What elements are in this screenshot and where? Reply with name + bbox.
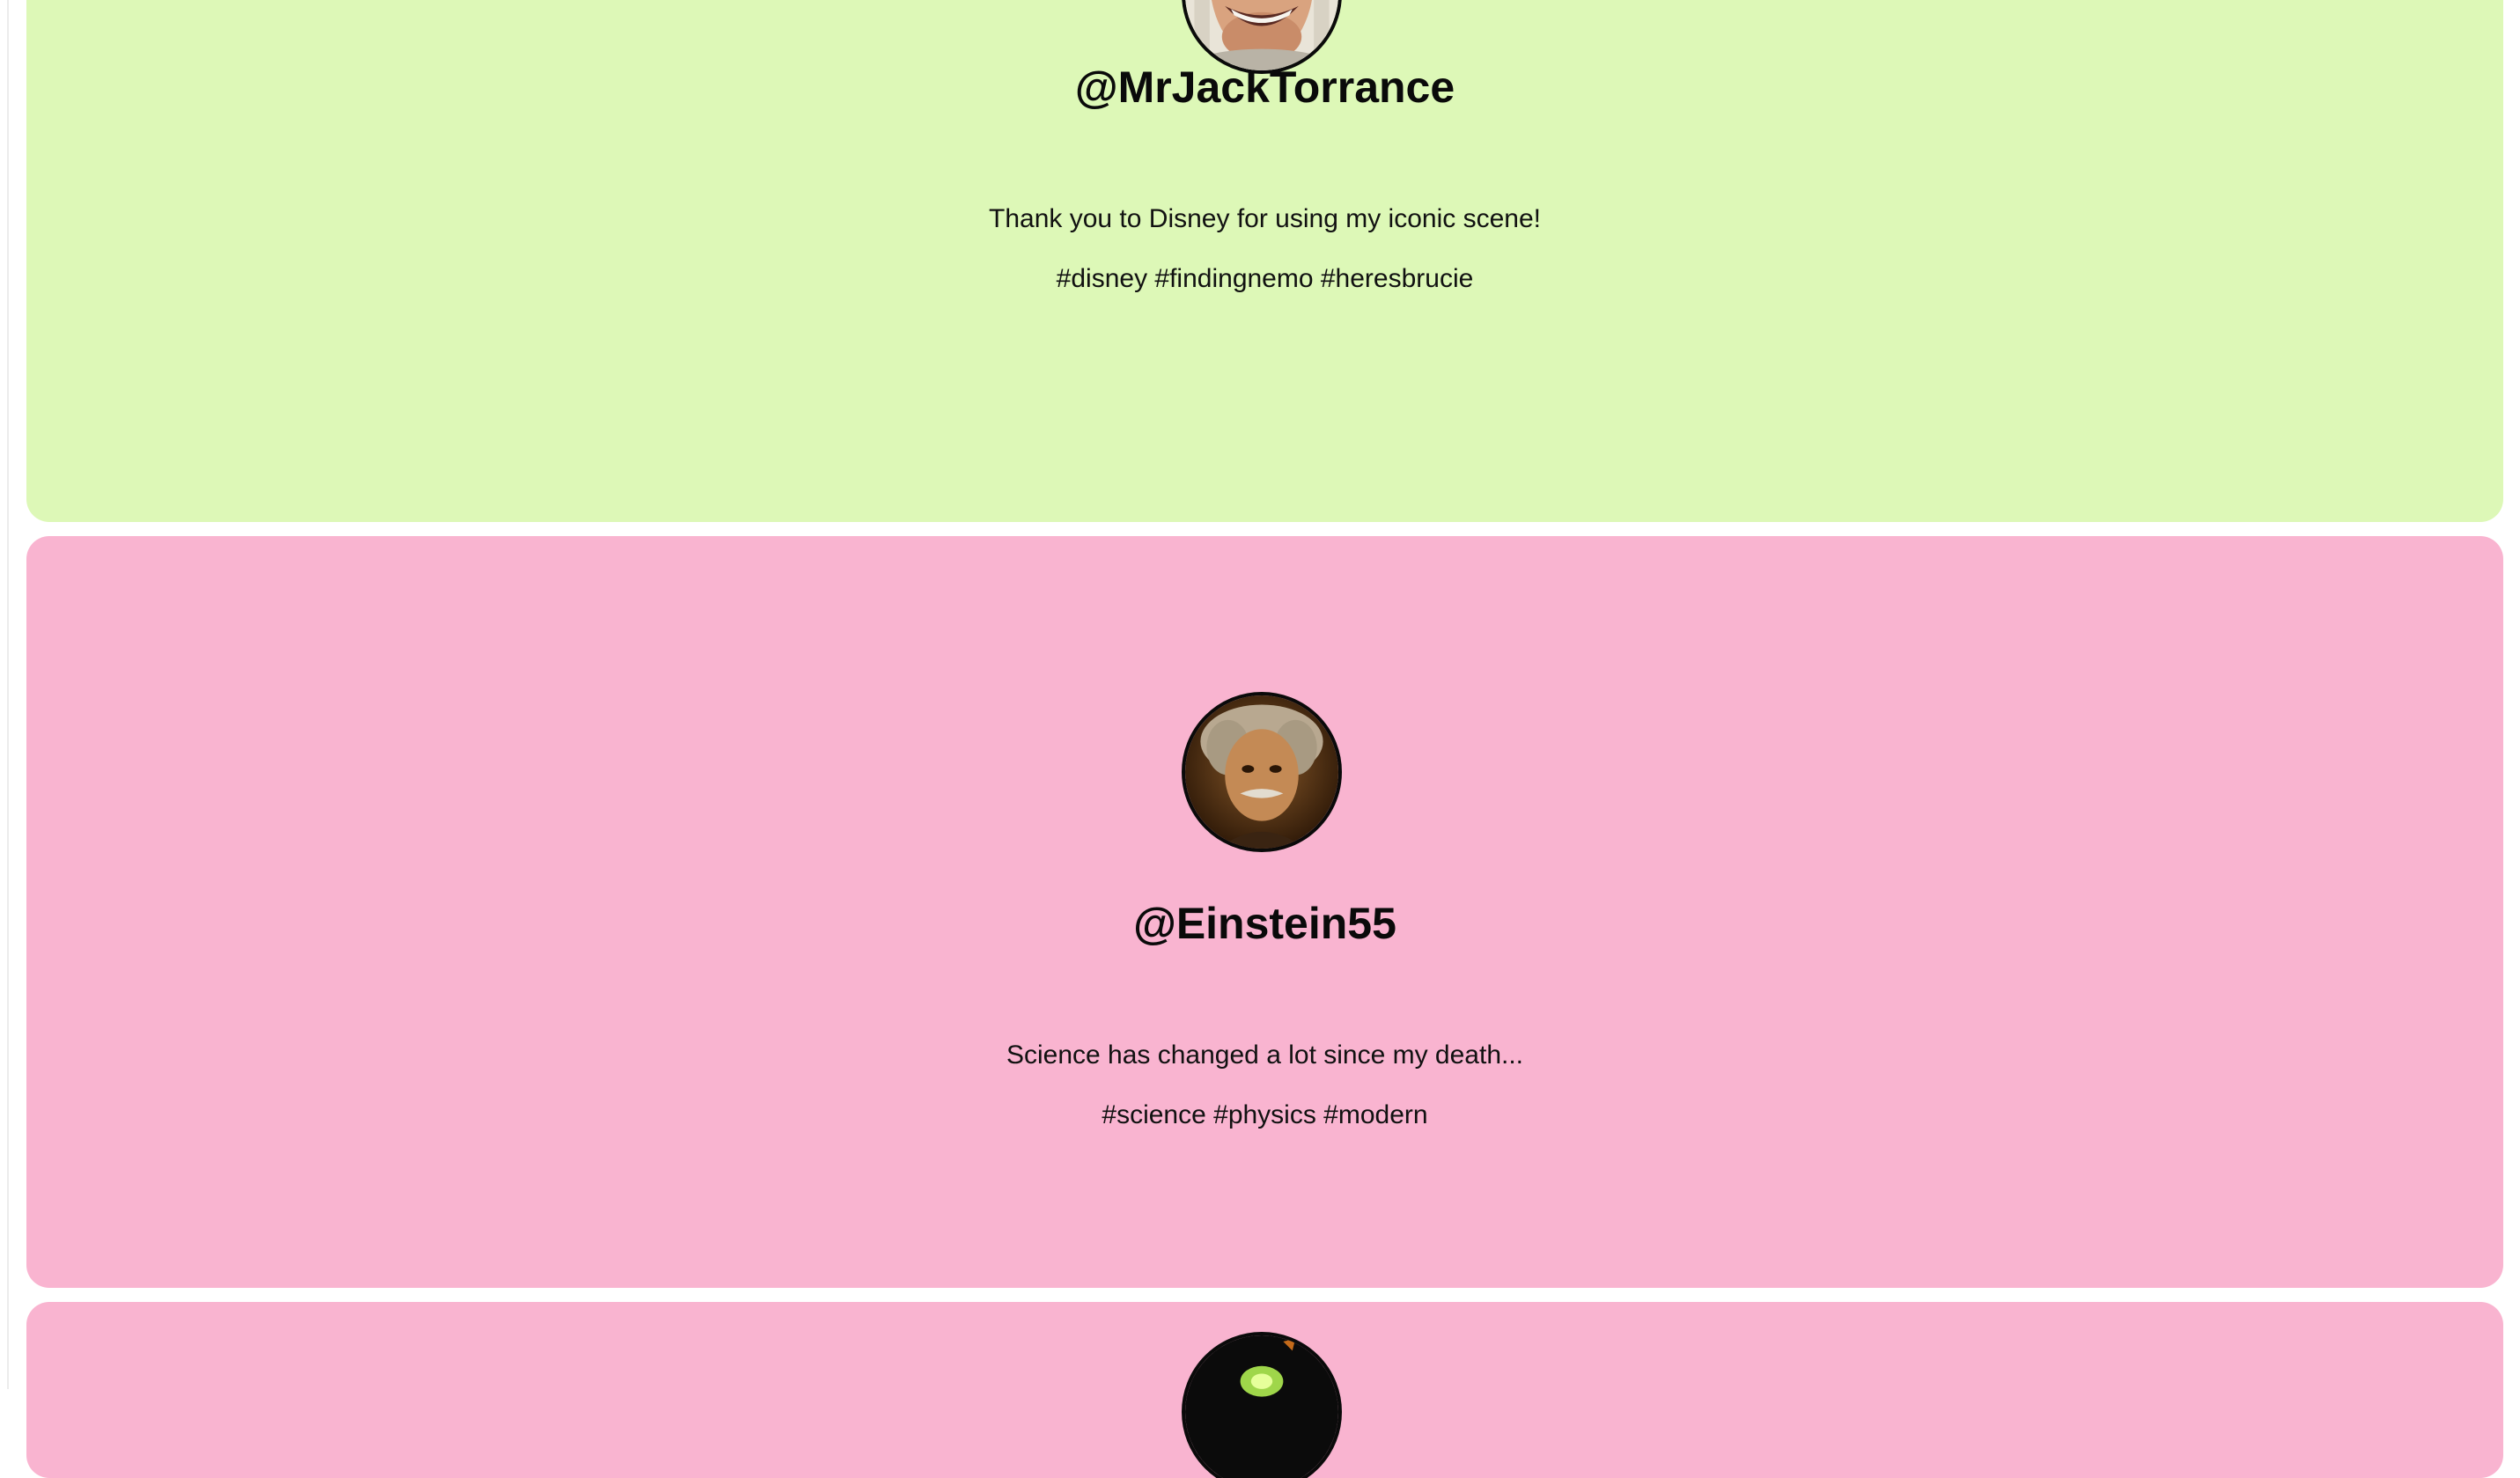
post-username[interactable]: @Einstein55 xyxy=(26,898,2503,949)
post-hashtags[interactable]: #science #physics #modern xyxy=(26,1100,2503,1130)
post-card[interactable] xyxy=(26,1302,2503,1478)
post-text: Science has changed a lot since my death… xyxy=(1006,1040,1524,1070)
profile-avatar[interactable] xyxy=(1182,692,1342,852)
profile-avatar[interactable] xyxy=(1182,1332,1342,1478)
post-card[interactable]: @Einstein55 Science has changed a lot si… xyxy=(26,536,2503,1288)
post-text: Thank you to Disney for using my iconic … xyxy=(989,204,1541,233)
einstein-portrait-avatar-icon xyxy=(1185,695,1338,849)
post-card[interactable]: @MrJackTorrance Thank you to Disney for … xyxy=(26,0,2503,522)
post-feed[interactable]: @MrJackTorrance Thank you to Disney for … xyxy=(0,0,2520,1478)
dark-green-glow-avatar-icon xyxy=(1185,1335,1338,1478)
post-hashtags[interactable]: #disney #findingnemo #heresbrucie xyxy=(26,264,2503,294)
grinning-man-avatar-icon xyxy=(1185,0,1338,70)
post-username[interactable]: @MrJackTorrance xyxy=(26,62,2503,113)
